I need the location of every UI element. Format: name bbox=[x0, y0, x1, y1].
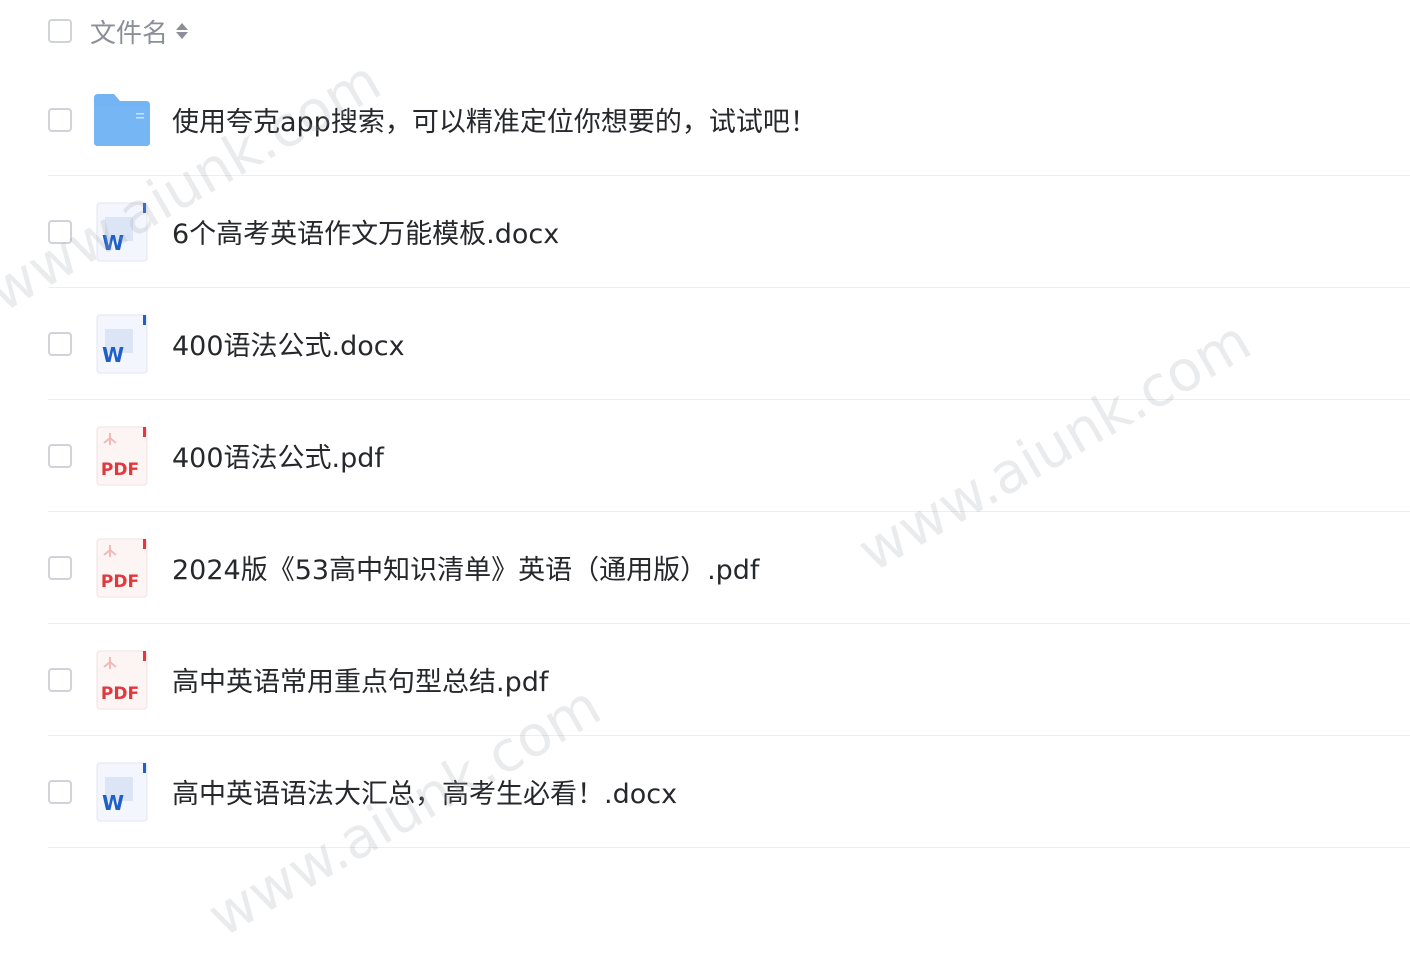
svg-text:PDF: PDF bbox=[101, 684, 139, 704]
row-checkbox[interactable] bbox=[48, 331, 72, 356]
sort-icon[interactable] bbox=[176, 23, 189, 39]
row-checkbox[interactable] bbox=[48, 443, 72, 468]
file-row[interactable]: 使用夸克app搜索，可以精准定位你想要的，试试吧！ bbox=[48, 64, 1410, 176]
list-header: 文件名 bbox=[48, 0, 189, 62]
svg-text:W: W bbox=[102, 231, 124, 255]
row-checkbox[interactable] bbox=[48, 779, 72, 804]
svg-text:W: W bbox=[102, 343, 124, 367]
file-list-page: 文件名 使用夸克app搜索，可以精准定位你想要的，试试吧！ W 6个高考英语作文万能… bbox=[0, 0, 1410, 962]
folder-icon[interactable] bbox=[92, 89, 152, 151]
column-header-filename[interactable]: 文件名 bbox=[90, 13, 189, 50]
file-name[interactable]: 400语法公式.docx bbox=[172, 324, 405, 363]
file-name[interactable]: 2024版《53高中知识清单》英语（通用版）.pdf bbox=[172, 548, 759, 587]
file-row[interactable]: W 400语法公式.docx bbox=[48, 288, 1410, 400]
svg-text:W: W bbox=[102, 791, 124, 815]
file-name[interactable]: 高中英语语法大汇总，高考生必看！.docx bbox=[172, 772, 677, 811]
file-row[interactable]: W 6个高考英语作文万能模板.docx bbox=[48, 176, 1410, 288]
svg-text:PDF: PDF bbox=[101, 460, 139, 480]
pdf-icon[interactable]: PDF bbox=[92, 537, 152, 599]
file-row[interactable]: W 高中英语语法大汇总，高考生必看！.docx bbox=[48, 736, 1410, 848]
row-checkbox[interactable] bbox=[48, 219, 72, 244]
word-doc-icon[interactable]: W bbox=[92, 313, 152, 375]
file-row[interactable]: PDF 400语法公式.pdf bbox=[48, 400, 1410, 512]
pdf-icon[interactable]: PDF bbox=[92, 425, 152, 487]
row-checkbox[interactable] bbox=[48, 667, 72, 692]
select-all-checkbox[interactable] bbox=[48, 19, 72, 43]
svg-text:PDF: PDF bbox=[101, 572, 139, 592]
file-name[interactable]: 6个高考英语作文万能模板.docx bbox=[172, 212, 559, 251]
pdf-icon[interactable]: PDF bbox=[92, 649, 152, 711]
column-header-label: 文件名 bbox=[90, 18, 169, 49]
row-checkbox[interactable] bbox=[48, 107, 72, 132]
file-name[interactable]: 高中英语常用重点句型总结.pdf bbox=[172, 660, 548, 699]
file-row[interactable]: PDF 2024版《53高中知识清单》英语（通用版）.pdf bbox=[48, 512, 1410, 624]
file-name[interactable]: 使用夸克app搜索，可以精准定位你想要的，试试吧！ bbox=[172, 100, 817, 139]
row-checkbox[interactable] bbox=[48, 555, 72, 580]
file-list: 使用夸克app搜索，可以精准定位你想要的，试试吧！ W 6个高考英语作文万能模板.d… bbox=[48, 64, 1410, 848]
file-row[interactable]: PDF 高中英语常用重点句型总结.pdf bbox=[48, 624, 1410, 736]
file-name[interactable]: 400语法公式.pdf bbox=[172, 436, 384, 475]
word-doc-icon[interactable]: W bbox=[92, 761, 152, 823]
word-doc-icon[interactable]: W bbox=[92, 201, 152, 263]
